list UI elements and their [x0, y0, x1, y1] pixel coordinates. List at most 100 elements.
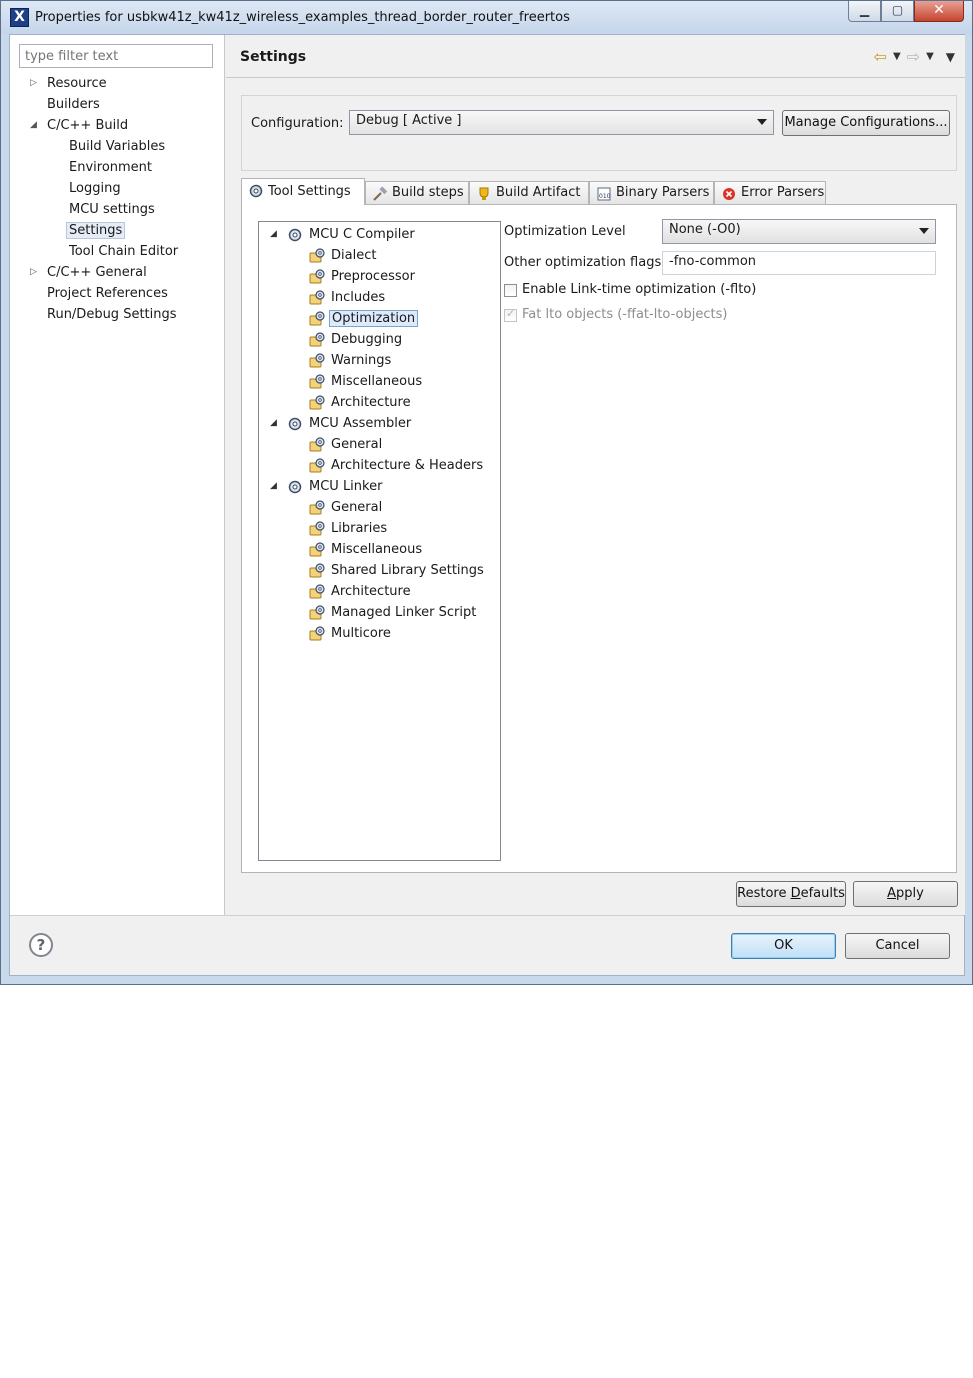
- view-menu-icon[interactable]: ▼: [946, 50, 955, 64]
- minimize-button[interactable]: ▁: [848, 1, 881, 22]
- tool-tree[interactable]: ◢ MCU C Compiler Dialect Preprocessor Includ…: [258, 221, 501, 861]
- configuration-value: Debug [ Active ]: [356, 113, 462, 128]
- tree-item-compiler-architecture[interactable]: Architecture: [309, 392, 413, 413]
- nav-item-cpp-general[interactable]: ▷ C/C++ General: [30, 262, 149, 283]
- tree-item-compiler-dialect[interactable]: Dialect: [309, 245, 378, 266]
- property-page-nav: ▷ Resource Builders ◢ C/C++ Build Build Va…: [10, 35, 225, 915]
- tree-item-compiler-debugging[interactable]: Debugging: [309, 329, 404, 350]
- tab-label: Binary Parsers: [616, 185, 710, 200]
- tree-item-compiler-miscellaneous[interactable]: Miscellaneous: [309, 371, 424, 392]
- tab-tool-settings[interactable]: Tool Settings: [241, 178, 365, 205]
- lto-checkbox[interactable]: [504, 284, 517, 297]
- optimization-level-select[interactable]: None (-O0): [662, 219, 936, 244]
- close-icon: ✕: [933, 2, 945, 18]
- ok-button[interactable]: OK: [731, 933, 836, 959]
- tool-gear-icon: [287, 227, 303, 243]
- configuration-select[interactable]: Debug [ Active ]: [349, 110, 774, 135]
- tab-error-parsers[interactable]: Error Parsers: [714, 181, 826, 205]
- manage-configurations-button[interactable]: Manage Configurations...: [782, 110, 950, 136]
- nav-item-settings[interactable]: Settings: [66, 220, 126, 241]
- tree-item-label: Managed Linker Script: [331, 605, 477, 620]
- nav-item-label: Resource: [47, 76, 107, 91]
- tree-item-linker-general[interactable]: General: [309, 497, 384, 518]
- tree-item-label: Includes: [331, 290, 386, 305]
- svg-text:010: 010: [599, 193, 611, 200]
- tree-item-label: Warnings: [331, 353, 392, 368]
- tree-item-compiler-includes[interactable]: Includes: [309, 287, 387, 308]
- filter-input[interactable]: [19, 44, 213, 68]
- trophy-icon: [479, 187, 489, 200]
- tree-item-label: Miscellaneous: [331, 542, 423, 557]
- tree-item-label: Optimization: [329, 310, 419, 327]
- nav-item-label: C/C++ Build: [47, 118, 129, 133]
- fat-lto-checkbox[interactable]: [504, 307, 517, 322]
- nav-item-cpp-build[interactable]: ◢ C/C++ Build: [30, 115, 130, 136]
- nav-item-label: Tool Chain Editor: [69, 244, 179, 259]
- tree-item-label: MCU Assembler: [309, 416, 412, 431]
- tool-settings-panel: ◢ MCU C Compiler Dialect Preprocessor Includ…: [241, 204, 957, 873]
- nav-item-builders[interactable]: Builders: [45, 94, 102, 115]
- settings-tabs: Tool Settings Build steps Build Artifact…: [241, 178, 826, 205]
- tree-item-label: General: [331, 500, 383, 515]
- tree-item-label: Libraries: [331, 521, 388, 536]
- optimization-level-value: None (-O0): [669, 222, 741, 237]
- lto-label: Enable Link-time optimization (-flto): [522, 282, 757, 297]
- tree-item-compiler-optimization[interactable]: Optimization: [309, 308, 419, 329]
- tab-binary-parsers[interactable]: 010 Binary Parsers: [589, 181, 714, 205]
- expand-icon[interactable]: ▷: [30, 73, 37, 94]
- back-dropdown-icon[interactable]: ▼: [893, 51, 901, 62]
- tree-item-label: Multicore: [331, 626, 391, 641]
- nav-item-resource[interactable]: ▷ Resource: [30, 73, 109, 94]
- help-icon[interactable]: ?: [29, 933, 53, 957]
- collapse-icon[interactable]: ◢: [270, 413, 277, 434]
- tree-item-mcu-assembler[interactable]: MCU Assembler: [287, 413, 413, 434]
- apply-button[interactable]: Apply: [853, 881, 958, 907]
- tree-item-label: Architecture: [331, 584, 411, 599]
- tree-item-linker-managed-linker-script[interactable]: Managed Linker Script: [309, 602, 478, 623]
- forward-arrow-icon[interactable]: ⇨: [907, 47, 920, 66]
- maximize-button[interactable]: ▢: [881, 1, 914, 22]
- close-button[interactable]: ✕: [914, 1, 964, 22]
- property-page-content: Settings ⇦ ▼ ⇨ ▼ ▼ Configuration: Debug …: [226, 35, 965, 915]
- nav-item-mcu-settings[interactable]: MCU settings: [67, 199, 157, 220]
- nav-item-build-variables[interactable]: Build Variables: [67, 136, 167, 157]
- tree-item-linker-multicore[interactable]: Multicore: [309, 623, 393, 644]
- option-category-icon: [309, 332, 325, 348]
- button-label-part: efaults: [800, 886, 845, 901]
- error-icon: [723, 188, 735, 200]
- tree-item-linker-miscellaneous[interactable]: Miscellaneous: [309, 539, 424, 560]
- tree-item-compiler-warnings[interactable]: Warnings: [309, 350, 393, 371]
- tree-item-mcu-linker[interactable]: MCU Linker: [287, 476, 384, 497]
- tab-build-artifact[interactable]: Build Artifact: [469, 181, 589, 205]
- tree-item-compiler-preprocessor[interactable]: Preprocessor: [309, 266, 417, 287]
- tab-build-steps[interactable]: Build steps: [365, 181, 469, 205]
- collapse-icon[interactable]: ◢: [30, 115, 37, 136]
- restore-defaults-button[interactable]: Restore Defaults: [736, 881, 846, 907]
- title-bar[interactable]: X Properties for usbkw41z_kw41z_wireless…: [1, 1, 972, 34]
- forward-dropdown-icon[interactable]: ▼: [926, 51, 934, 62]
- mnemonic-letter: A: [887, 886, 897, 901]
- tree-item-assembler-general[interactable]: General: [309, 434, 384, 455]
- nav-item-run-debug-settings[interactable]: Run/Debug Settings: [45, 304, 179, 325]
- other-flags-input[interactable]: -fno-common: [662, 251, 936, 275]
- collapse-icon[interactable]: ◢: [270, 224, 277, 245]
- nav-item-environment[interactable]: Environment: [67, 157, 154, 178]
- tree-item-mcu-c-compiler[interactable]: MCU C Compiler: [287, 224, 417, 245]
- maximize-icon: ▢: [891, 3, 904, 17]
- bottom-divider: [10, 915, 964, 916]
- nav-item-tool-chain-editor[interactable]: Tool Chain Editor: [67, 241, 180, 262]
- tree-item-label: Miscellaneous: [331, 374, 423, 389]
- nav-item-logging[interactable]: Logging: [67, 178, 123, 199]
- option-category-icon: [309, 248, 325, 264]
- tree-item-linker-libraries[interactable]: Libraries: [309, 518, 389, 539]
- window-controls: ▁ ▢ ✕: [848, 1, 964, 23]
- collapse-icon[interactable]: ◢: [270, 476, 277, 497]
- tree-item-assembler-architecture-and-headers[interactable]: Architecture & Headers: [309, 455, 485, 476]
- nav-item-label: Build Variables: [69, 139, 166, 154]
- tree-item-linker-architecture[interactable]: Architecture: [309, 581, 413, 602]
- nav-item-project-references[interactable]: Project References: [45, 283, 170, 304]
- back-arrow-icon[interactable]: ⇦: [874, 47, 887, 66]
- cancel-button[interactable]: Cancel: [845, 933, 950, 959]
- tree-item-linker-shared-library-settings[interactable]: Shared Library Settings: [309, 560, 486, 581]
- expand-icon[interactable]: ▷: [30, 262, 37, 283]
